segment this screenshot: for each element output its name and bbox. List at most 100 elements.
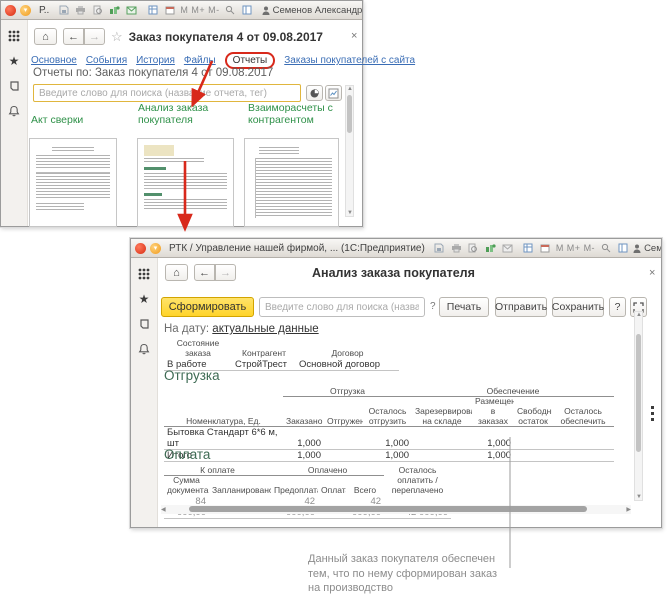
window2-navbar: ⌂ ← → Анализ заказа покупателя	[165, 264, 475, 281]
close-form-button[interactable]: ×	[649, 267, 655, 279]
shipment-row-item[interactable]: Бытовка Стандарт 6*6 м, шт 1,000 1,000 1…	[164, 427, 614, 450]
zoom-icon[interactable]	[599, 242, 612, 254]
calculator-memory-buttons[interactable]: М М+ М-	[556, 243, 595, 253]
report-link-vzaimoraschety[interactable]: Взаиморасчеты с контрагентом	[248, 102, 348, 126]
notifications-bell-icon[interactable]	[138, 343, 150, 355]
report-link-akt-sverki[interactable]: Акт сверки	[31, 114, 121, 126]
exchange-icon[interactable]	[108, 4, 121, 16]
print-preview-icon[interactable]	[467, 242, 480, 254]
preview-text-lines	[259, 147, 299, 155]
window1-navbar: ⌂ ← → ☆ Заказ покупателя 4 от 09.08.2017	[34, 28, 323, 45]
cell: 1,000	[472, 450, 514, 462]
scroll-right-icon[interactable]: ▶	[626, 506, 631, 513]
current-user[interactable]: Семенов Александр	[262, 5, 362, 16]
cell	[324, 450, 363, 462]
table-icon[interactable]	[146, 4, 159, 16]
print-icon[interactable]	[450, 242, 463, 254]
save-icon[interactable]	[433, 242, 446, 254]
report-preview-akt-sverki[interactable]	[29, 138, 117, 227]
save-icon[interactable]	[57, 4, 70, 16]
chart-variant-button[interactable]	[306, 85, 323, 101]
contract-value: Основной договор	[296, 359, 399, 371]
paid-group-header: Оплачено	[271, 465, 384, 476]
home-button[interactable]: ⌂	[165, 264, 188, 281]
user-name: Семенов Александр	[644, 243, 661, 254]
generate-report-button[interactable]: Сформировать	[161, 297, 254, 317]
search-help-label[interactable]: ?	[430, 301, 436, 312]
tab-sobytiya[interactable]: События	[86, 55, 127, 66]
context-menu-dots-icon[interactable]	[651, 406, 654, 421]
forward-button[interactable]: →	[215, 264, 236, 281]
print-icon[interactable]	[74, 4, 87, 16]
shipment-total-row[interactable]: Итого 1,000 1,000 1,000	[164, 450, 614, 462]
col-ordered: Заказано	[283, 397, 324, 427]
tab-istoriya[interactable]: История	[136, 55, 175, 66]
preview-text-lines	[36, 203, 84, 211]
report-preview-analiz-zakaza[interactable]	[137, 138, 234, 227]
close-form-button[interactable]: ×	[351, 30, 357, 42]
back-button[interactable]: ←	[63, 28, 84, 45]
scroll-left-icon[interactable]: ◀	[161, 506, 166, 513]
cell	[412, 450, 472, 462]
cell: 1,000	[283, 450, 324, 462]
preview-text-lines	[52, 147, 94, 152]
calendar-icon[interactable]	[539, 242, 552, 254]
report-preview-vzaimoraschety[interactable]	[244, 138, 339, 227]
preview-text-lines	[144, 173, 227, 189]
notifications-bell-icon[interactable]	[8, 105, 20, 117]
mail-icon[interactable]	[501, 242, 514, 254]
item-search-input[interactable]	[259, 297, 425, 317]
nomenclature-header: Номенклатура, Ед.	[164, 386, 283, 426]
scroll-down-icon[interactable]: ▼	[636, 494, 642, 500]
forward-button[interactable]: →	[84, 28, 105, 45]
grid-menu-icon[interactable]	[138, 268, 150, 280]
zoom-icon[interactable]	[224, 4, 237, 16]
favorites-icon[interactable]: ★	[139, 293, 150, 305]
grid-menu-icon[interactable]	[8, 30, 20, 42]
report-link-analiz-zakaza[interactable]: Анализ заказа покупателя	[138, 102, 230, 126]
user-icon	[633, 244, 641, 253]
tab-osnovnoe[interactable]: Основное	[31, 55, 77, 66]
help-button[interactable]: ?	[609, 297, 626, 317]
report-date-line: На дату: актуальные данные	[164, 323, 319, 335]
payment-section-title: Оплата	[164, 447, 210, 462]
date-value-link[interactable]: актуальные данные	[212, 323, 318, 335]
scrollbar-thumb[interactable]	[189, 506, 587, 512]
layout-columns-icon[interactable]	[616, 242, 629, 254]
print-preview-icon[interactable]	[91, 4, 104, 16]
report-search-input[interactable]	[33, 84, 301, 102]
scroll-up-icon[interactable]: ▲	[347, 86, 353, 92]
tab-zakazy-s-sayta[interactable]: Заказы покупателей с сайта	[284, 55, 415, 66]
layout-columns-icon[interactable]	[241, 4, 254, 16]
calculator-memory-buttons[interactable]: М М+ М-	[180, 5, 219, 15]
scrollbar-thumb[interactable]	[636, 334, 641, 452]
save-report-button[interactable]: Сохранить	[552, 297, 604, 317]
favorites-icon[interactable]: ★	[9, 55, 20, 67]
current-user[interactable]: Семенов Александр	[633, 243, 661, 254]
contract-header: Договор	[296, 339, 399, 359]
print-button[interactable]: Печать	[439, 297, 489, 317]
window2-horizontal-scrollbar[interactable]: ◀ ▶	[161, 505, 631, 514]
mail-icon[interactable]	[125, 4, 138, 16]
window2-vertical-scrollbar[interactable]: ▲ ▼	[634, 311, 643, 501]
scroll-up-icon[interactable]: ▲	[636, 312, 642, 318]
col-left-to-ship: Осталось отгрузить	[363, 397, 412, 427]
tab-fayly[interactable]: Файлы	[184, 55, 216, 66]
main-menu-icon[interactable]: ▾	[20, 5, 31, 16]
scroll-down-icon[interactable]: ▼	[347, 210, 353, 216]
send-button[interactable]: Отправить	[495, 297, 547, 317]
home-button[interactable]: ⌂	[34, 28, 57, 45]
cell: 1,000	[472, 427, 514, 450]
favorite-star-icon[interactable]: ☆	[111, 29, 123, 45]
history-icon[interactable]	[138, 318, 150, 330]
counterparty-value: СтройТрест	[232, 359, 296, 371]
exchange-icon[interactable]	[484, 242, 497, 254]
report-settings-button[interactable]	[325, 85, 342, 101]
table-icon[interactable]	[522, 242, 535, 254]
back-button[interactable]: ←	[194, 264, 215, 281]
main-menu-icon[interactable]: ▾	[150, 243, 161, 254]
preview-text-lines	[144, 158, 204, 164]
calendar-icon[interactable]	[163, 4, 176, 16]
screenshot-stage: ▾ Р.. М М+ М- Семенов Александр i ⌄ – ❐ …	[0, 0, 667, 600]
history-icon[interactable]	[8, 80, 20, 92]
